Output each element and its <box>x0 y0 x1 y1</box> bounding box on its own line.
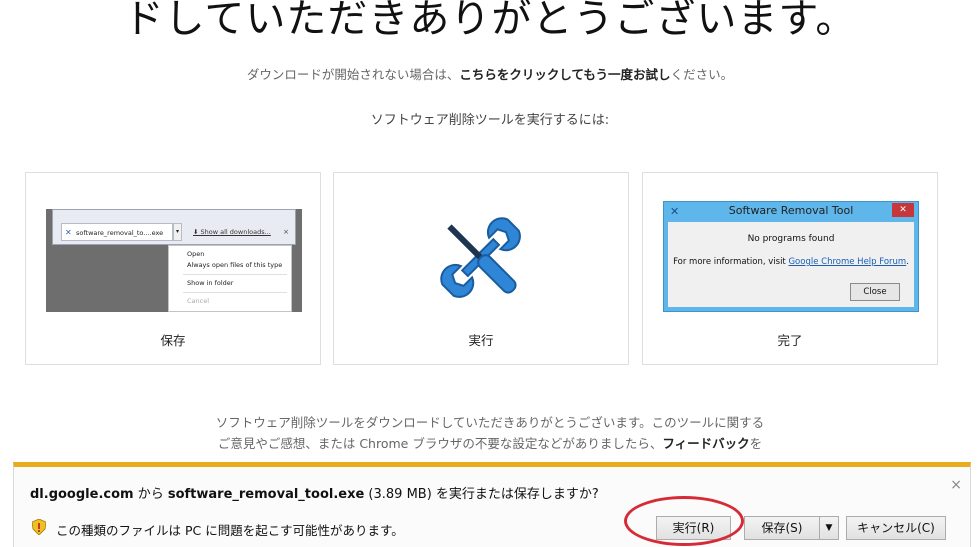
wrench-screwdriver-icon <box>440 217 521 298</box>
download-context-menu: Open Always open files of this type Show… <box>168 245 292 312</box>
step-card-run: 実行 <box>333 172 629 365</box>
close-icon: × <box>283 228 289 236</box>
retry-download-line: ダウンロードが開始されない場合は、こちらをクリックしてもう一度お試しください。 <box>0 64 980 83</box>
menu-item-show-in-folder: Show in folder <box>187 279 234 287</box>
dialog-close-button: Close <box>850 283 900 301</box>
step-card-save: ✕ software_removal_to....exe ▾ ⬇ Show al… <box>25 172 321 365</box>
step-label-save: 保存 <box>160 333 186 348</box>
run-button[interactable]: 実行(R) <box>656 516 731 540</box>
feedback-line-2: ご意見やご感想、または Chrome ブラウザの不要な設定などがありましたら、フ… <box>217 436 763 451</box>
retry-text-end: ください。 <box>670 67 734 82</box>
download-question: dl.google.com から software_removal_tool.e… <box>30 487 599 502</box>
show-all-downloads-link: ⬇ Show all downloads... <box>193 228 271 236</box>
download-size: (3.89 MB) <box>364 487 436 502</box>
dialog-message: No programs found <box>747 234 835 244</box>
help-forum-link: Google Chrome Help Forum <box>788 257 907 267</box>
download-shelf: ✕ software_removal_to....exe ▾ ⬇ Show al… <box>52 209 296 245</box>
page-title: ドしていただきありがとうございます。 <box>123 0 857 42</box>
download-file-name: software_removal_to....exe <box>76 229 164 237</box>
menu-divider <box>183 292 287 293</box>
save-button[interactable]: 保存(S) <box>744 516 820 540</box>
step-label-run: 実行 <box>468 333 494 348</box>
feedback-line-1: ソフトウェア削除ツールをダウンロードしていただきありがとうございます。このツール… <box>215 415 765 430</box>
menu-divider <box>183 274 287 275</box>
cancel-button[interactable]: キャンセル(C) <box>846 516 946 540</box>
menu-item-open: Open <box>187 250 205 258</box>
steps-heading: ソフトウェア削除ツールを実行するには: <box>370 113 610 128</box>
step-label-done: 完了 <box>777 333 803 348</box>
download-item: ✕ software_removal_to....exe <box>61 223 173 241</box>
tool-icon: ✕ <box>65 228 72 237</box>
warning-shield-icon <box>32 519 46 535</box>
step-card-done: ✕ Software Removal Tool ✕ No programs fo… <box>642 172 938 365</box>
retry-link[interactable]: こちらをクリックしてもう一度お試し <box>459 67 670 82</box>
menu-item-cancel: Cancel <box>187 297 210 305</box>
download-notification-bar: × dl.google.com から software_removal_tool… <box>13 462 971 547</box>
chevron-down-icon: ▾ <box>173 223 182 241</box>
dialog-title: Software Removal Tool <box>728 204 854 217</box>
download-icon: ⬇ <box>193 228 201 236</box>
feedback-paragraph: ソフトウェア削除ツールをダウンロードしていただきありがとうございます。このツール… <box>0 412 980 454</box>
removal-tool-dialog-illustration: ✕ Software Removal Tool ✕ No programs fo… <box>663 201 919 312</box>
save-options-dropdown[interactable]: ▼ <box>819 516 839 540</box>
close-icon[interactable]: × <box>950 477 962 493</box>
download-bar-illustration: ✕ software_removal_to....exe ▾ ⬇ Show al… <box>46 209 302 312</box>
download-file: software_removal_tool.exe <box>167 487 365 502</box>
dialog-info: For more information, visit Google Chrom… <box>673 257 909 267</box>
menu-item-always-open: Always open files of this type <box>187 261 283 269</box>
retry-text: ダウンロードが開始されない場合は、 <box>246 67 460 82</box>
feedback-link[interactable]: フィードバック <box>662 436 749 451</box>
close-icon: ✕ <box>892 203 914 217</box>
dialog-body: No programs found For more information, … <box>668 222 914 307</box>
download-warning: この種類のファイルは PC に問題を起こす可能性があります。 <box>56 523 404 538</box>
download-source: dl.google.com <box>30 487 134 502</box>
